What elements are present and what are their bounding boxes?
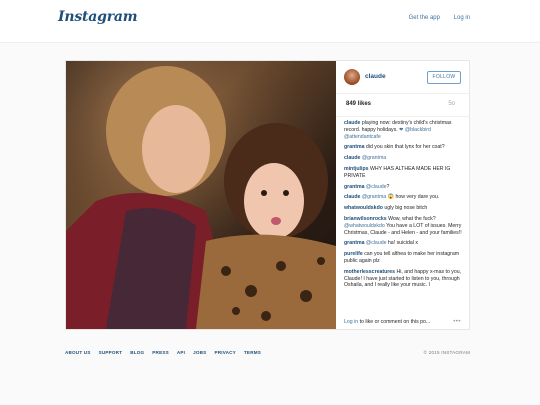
footer-link[interactable]: JOBS (193, 350, 206, 355)
post-header: claude FOLLOW (336, 61, 469, 94)
comment-username[interactable]: claude (344, 194, 360, 200)
comment-item: grantma @claude? (344, 184, 464, 191)
footer-link[interactable]: BLOG (130, 350, 144, 355)
post-card: claude FOLLOW 849 likes 5o claude playin… (65, 60, 470, 330)
comment-text: ? (386, 183, 390, 190)
photo-illustration (66, 61, 336, 329)
footer: ABOUT US SUPPORT BLOG PRESS API JOBS PRIVACY TE… (65, 350, 470, 355)
comment-item: mintjulips WHY HAS ALTHEA MADE HER IG PR… (344, 166, 464, 180)
comment-username[interactable]: claude (344, 155, 360, 161)
comment-text: did you skin that lynx for her coat? (364, 144, 445, 151)
mention-link[interactable]: @claude (366, 240, 387, 246)
footer-link[interactable]: PRESS (152, 350, 169, 355)
comment-username[interactable]: whatwouldskdo (344, 205, 383, 211)
comment-text: playing now: destiny's child's christmas… (344, 120, 452, 133)
footer-link[interactable]: API (177, 350, 185, 355)
comment-text: Wow, what the fuck? (386, 215, 436, 222)
comment-item: purelife can you tell althea to make her… (344, 251, 464, 265)
comment-item: grantma did you skin that lynx for her c… (344, 144, 464, 151)
comment-username[interactable]: grantma (344, 240, 364, 246)
comment-item: claude playing now: destiny's child's ch… (344, 120, 464, 140)
footer-links: ABOUT US SUPPORT BLOG PRESS API JOBS PRIVACY TE… (65, 350, 470, 355)
comment-text: ha! suicidal x (386, 240, 418, 247)
post-username[interactable]: claude (365, 73, 386, 80)
likes-count[interactable]: 849 likes (346, 101, 371, 107)
comment-item: motherlesscreatures Hi, and happy x-mas … (344, 269, 464, 289)
get-the-app-link[interactable]: Get the app (409, 15, 440, 21)
comment-username[interactable]: grantma (344, 144, 364, 150)
mention-link[interactable]: @whatwouldskdo (344, 223, 385, 229)
post-stats: 849 likes 5o (336, 94, 469, 117)
avatar[interactable] (344, 69, 360, 85)
footer-link[interactable]: ABOUT US (65, 350, 91, 355)
top-links: Get the app Log in (397, 15, 470, 21)
mention-link[interactable]: @claude (366, 184, 387, 190)
comment-username[interactable]: brianwilsonrocks (344, 216, 387, 222)
comment-item: grantma @claude ha! suicidal x (344, 240, 464, 247)
more-options-icon[interactable]: ••• (453, 319, 461, 325)
comment-text: 😱 how very dare you. (386, 194, 440, 201)
footer-link[interactable]: PRIVACY (214, 350, 235, 355)
comment-username[interactable]: motherlesscreatures (344, 269, 395, 275)
mention-link[interactable]: ❤ @blackbird (399, 127, 431, 133)
follow-button[interactable]: FOLLOW (427, 71, 461, 84)
comment-username[interactable]: claude (344, 120, 360, 126)
login-to-comment-link[interactable]: Log in (344, 319, 358, 325)
comment-item: whatwouldskdo ugly big nose bitch (344, 205, 464, 212)
comment-item: brianwilsonrocks Wow, what the fuck? @wh… (344, 216, 464, 236)
login-prompt: Log in to like or comment on this po... (344, 319, 469, 325)
mention-link[interactable]: @attendantcafe (344, 134, 381, 140)
comment-username[interactable]: grantma (344, 184, 364, 190)
mention-link[interactable]: @grantma (362, 194, 386, 200)
post-age: 5o (448, 101, 455, 107)
comment-item: claude @grantma 😱 how very dare you. (344, 194, 464, 201)
top-bar: Instagram Get the app Log in (0, 0, 540, 43)
login-link[interactable]: Log in (454, 15, 470, 21)
mention-link[interactable]: @grantma (362, 155, 386, 161)
post-sidebar: claude FOLLOW 849 likes 5o claude playin… (336, 61, 469, 329)
login-prompt-text: to like or comment on this po... (358, 319, 431, 325)
footer-link[interactable]: TERMS (244, 350, 261, 355)
instagram-logo[interactable]: Instagram (58, 9, 138, 25)
comment-item: claude @grantma (344, 155, 464, 162)
comment-username[interactable]: mintjulips (344, 166, 369, 172)
footer-link[interactable]: SUPPORT (99, 350, 123, 355)
copyright: © 2015 INSTAGRAM (423, 350, 470, 355)
comment-text: ugly big nose bitch (382, 205, 428, 212)
comment-username[interactable]: purelife (344, 251, 363, 257)
comment-list[interactable]: claude playing now: destiny's child's ch… (344, 120, 464, 316)
post-photo[interactable] (66, 61, 336, 329)
